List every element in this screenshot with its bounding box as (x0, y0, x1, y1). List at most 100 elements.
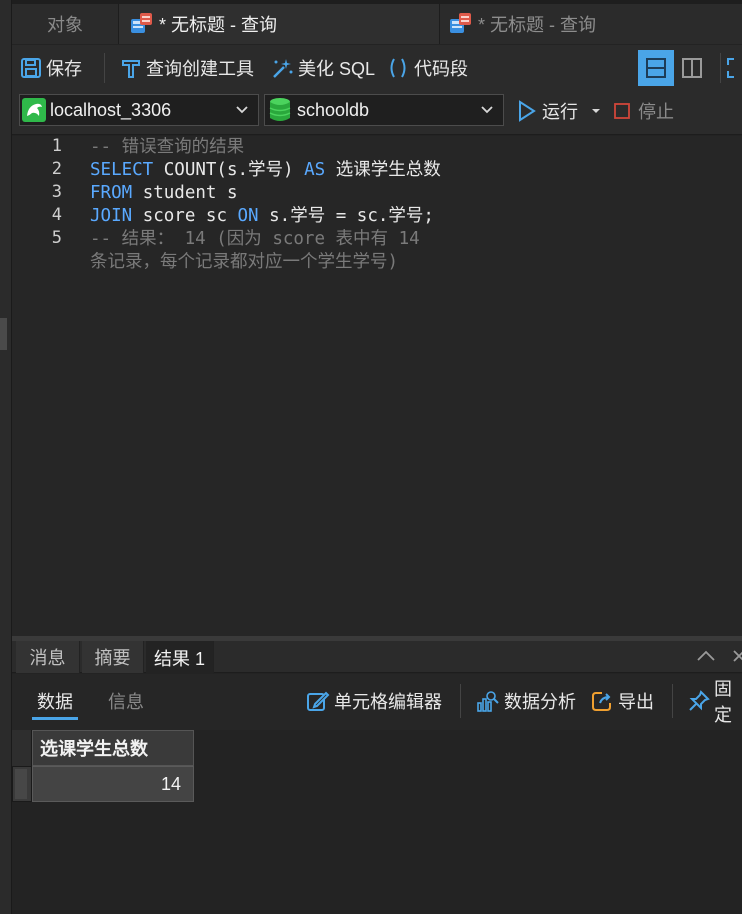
result-toolbar: 数据 信息 单元格编辑器 数据分析 导出 固定 (12, 674, 742, 730)
chevron-up-icon (697, 650, 715, 661)
query-table-icon (448, 11, 474, 37)
save-label: 保存 (46, 59, 82, 79)
close-icon (733, 650, 742, 662)
sql-text: COUNT(s.学号) (153, 160, 305, 180)
tab-query-active[interactable]: * 无标题 - 查询 (118, 4, 440, 44)
cell-editor-button[interactable]: 单元格编辑器 (306, 686, 442, 716)
fullscreen-icon (727, 58, 734, 78)
subtab-info[interactable]: 信息 (108, 688, 144, 714)
run-label: 运行 (542, 102, 578, 122)
query-toolbar: 保存 查询创建工具 美化 SQL 代码段 (12, 45, 742, 91)
snippet-icon (386, 56, 410, 80)
line-number: 4 (51, 205, 62, 225)
run-button[interactable]: 运行 (518, 95, 578, 127)
magic-wand-icon (270, 57, 294, 79)
toolbar-divider (720, 53, 721, 83)
tab-query-inactive-label: * 无标题 - 查询 (478, 15, 597, 35)
result-grid: 选课学生总数 14 (12, 730, 742, 914)
caret-down-icon (592, 109, 600, 113)
fullscreen-button[interactable] (726, 50, 742, 86)
tab-query-active-label: * 无标题 - 查询 (159, 15, 278, 35)
mysql-dolphin-icon (22, 98, 46, 122)
sql-editor[interactable]: 1 2 3 4 5 -- 错误查询的结果 SELECT COUNT(s.学号) A… (12, 136, 742, 636)
toolbar-divider (460, 684, 461, 718)
server-name: localhost_3306 (50, 99, 172, 120)
stop-button[interactable]: 停止 (614, 95, 674, 127)
edit-icon (306, 689, 330, 713)
code-snippet-label: 代码段 (414, 59, 468, 79)
collapse-panel-button[interactable] (696, 649, 716, 668)
tab-result-1[interactable]: 结果 1 (146, 641, 214, 674)
close-panel-button[interactable] (732, 649, 742, 668)
code-line: -- 错误查询的结果 (90, 136, 244, 159)
export-button[interactable]: 导出 (590, 686, 654, 716)
query-builder-icon (120, 57, 142, 79)
code-line: -- 结果： 14 (因为 score 表中有 14 (90, 228, 420, 251)
export-icon (590, 689, 614, 713)
line-number: 5 (51, 228, 62, 248)
export-label: 导出 (618, 692, 654, 712)
left-scroll-thumb[interactable] (0, 318, 7, 350)
tab-messages-label: 消息 (29, 648, 66, 668)
sql-text: score sc (132, 206, 238, 226)
server-select[interactable]: localhost_3306 (19, 94, 259, 126)
layout-horizontal-button[interactable] (638, 50, 674, 86)
grid-cell[interactable]: 14 (32, 766, 194, 802)
query-builder-button[interactable]: 查询创建工具 (120, 45, 254, 91)
toolbar-divider (672, 684, 673, 718)
tab-messages[interactable]: 消息 (16, 641, 80, 673)
query-builder-label: 查询创建工具 (146, 59, 254, 79)
sql-keyword: FROM (90, 183, 133, 203)
code-line: JOIN score sc ON s.学号 = sc.学号; (90, 205, 434, 228)
chevron-down-icon (234, 101, 250, 122)
analysis-chart-icon (476, 689, 500, 713)
data-analysis-button[interactable]: 数据分析 (476, 686, 576, 716)
tab-summary[interactable]: 摘要 (82, 641, 144, 673)
database-icon (269, 97, 291, 123)
result-tab-bar: 消息 摘要 结果 1 (12, 641, 742, 674)
stop-label: 停止 (638, 102, 674, 122)
toolbar-divider (104, 53, 105, 83)
code-line: SELECT COUNT(s.学号) AS 选课学生总数 (90, 159, 441, 182)
code-line: 条记录，每个记录都对应一个学生学号) (90, 251, 398, 274)
code-snippet-button[interactable]: 代码段 (386, 45, 468, 91)
connection-bar: localhost_3306 schooldb 运行 停止 (12, 91, 742, 135)
layout-vertical-button[interactable] (674, 50, 710, 86)
tab-objects-label: 对象 (47, 15, 83, 35)
database-select[interactable]: schooldb (264, 94, 504, 126)
line-number: 3 (51, 182, 62, 202)
tab-query-inactive[interactable]: * 无标题 - 查询 (440, 4, 742, 44)
pin-label: 固定 (714, 679, 732, 725)
sql-keyword: ON (237, 206, 259, 226)
subtab-data-underline (32, 717, 78, 720)
line-number: 1 (51, 136, 62, 156)
grid-corner (12, 730, 32, 766)
line-number: 2 (51, 159, 62, 179)
beautify-sql-label: 美化 SQL (298, 59, 376, 79)
row-selector[interactable] (12, 766, 32, 802)
cell-editor-label: 单元格编辑器 (334, 692, 442, 712)
tab-objects[interactable]: 对象 (12, 4, 118, 44)
left-scroll-strip (0, 0, 12, 914)
save-button[interactable]: 保存 (20, 45, 82, 91)
pin-icon (688, 690, 710, 712)
sql-comment: -- 错误查询的结果 (90, 137, 245, 157)
sql-keyword: AS (304, 160, 326, 180)
save-icon (20, 57, 42, 79)
split-horizontal-icon (646, 58, 666, 78)
data-analysis-label: 数据分析 (504, 692, 576, 712)
stop-icon (614, 103, 630, 119)
split-vertical-icon (682, 58, 702, 78)
beautify-sql-button[interactable]: 美化 SQL (270, 45, 375, 91)
pin-button[interactable]: 固定 (688, 679, 742, 725)
sql-keyword: SELECT (90, 160, 154, 180)
column-header[interactable]: 选课学生总数 (32, 730, 194, 766)
run-options-dropdown[interactable] (590, 95, 602, 127)
play-icon (518, 100, 536, 122)
sql-text: student s (132, 183, 238, 203)
subtab-data[interactable]: 数据 (37, 688, 73, 714)
sql-text: 选课学生总数 (325, 160, 441, 180)
sql-comment: -- 结果： 14 (因为 score 表中有 14 (90, 229, 420, 249)
sql-keyword: JOIN (90, 206, 133, 226)
line-number-gutter: 1 2 3 4 5 (12, 136, 66, 636)
